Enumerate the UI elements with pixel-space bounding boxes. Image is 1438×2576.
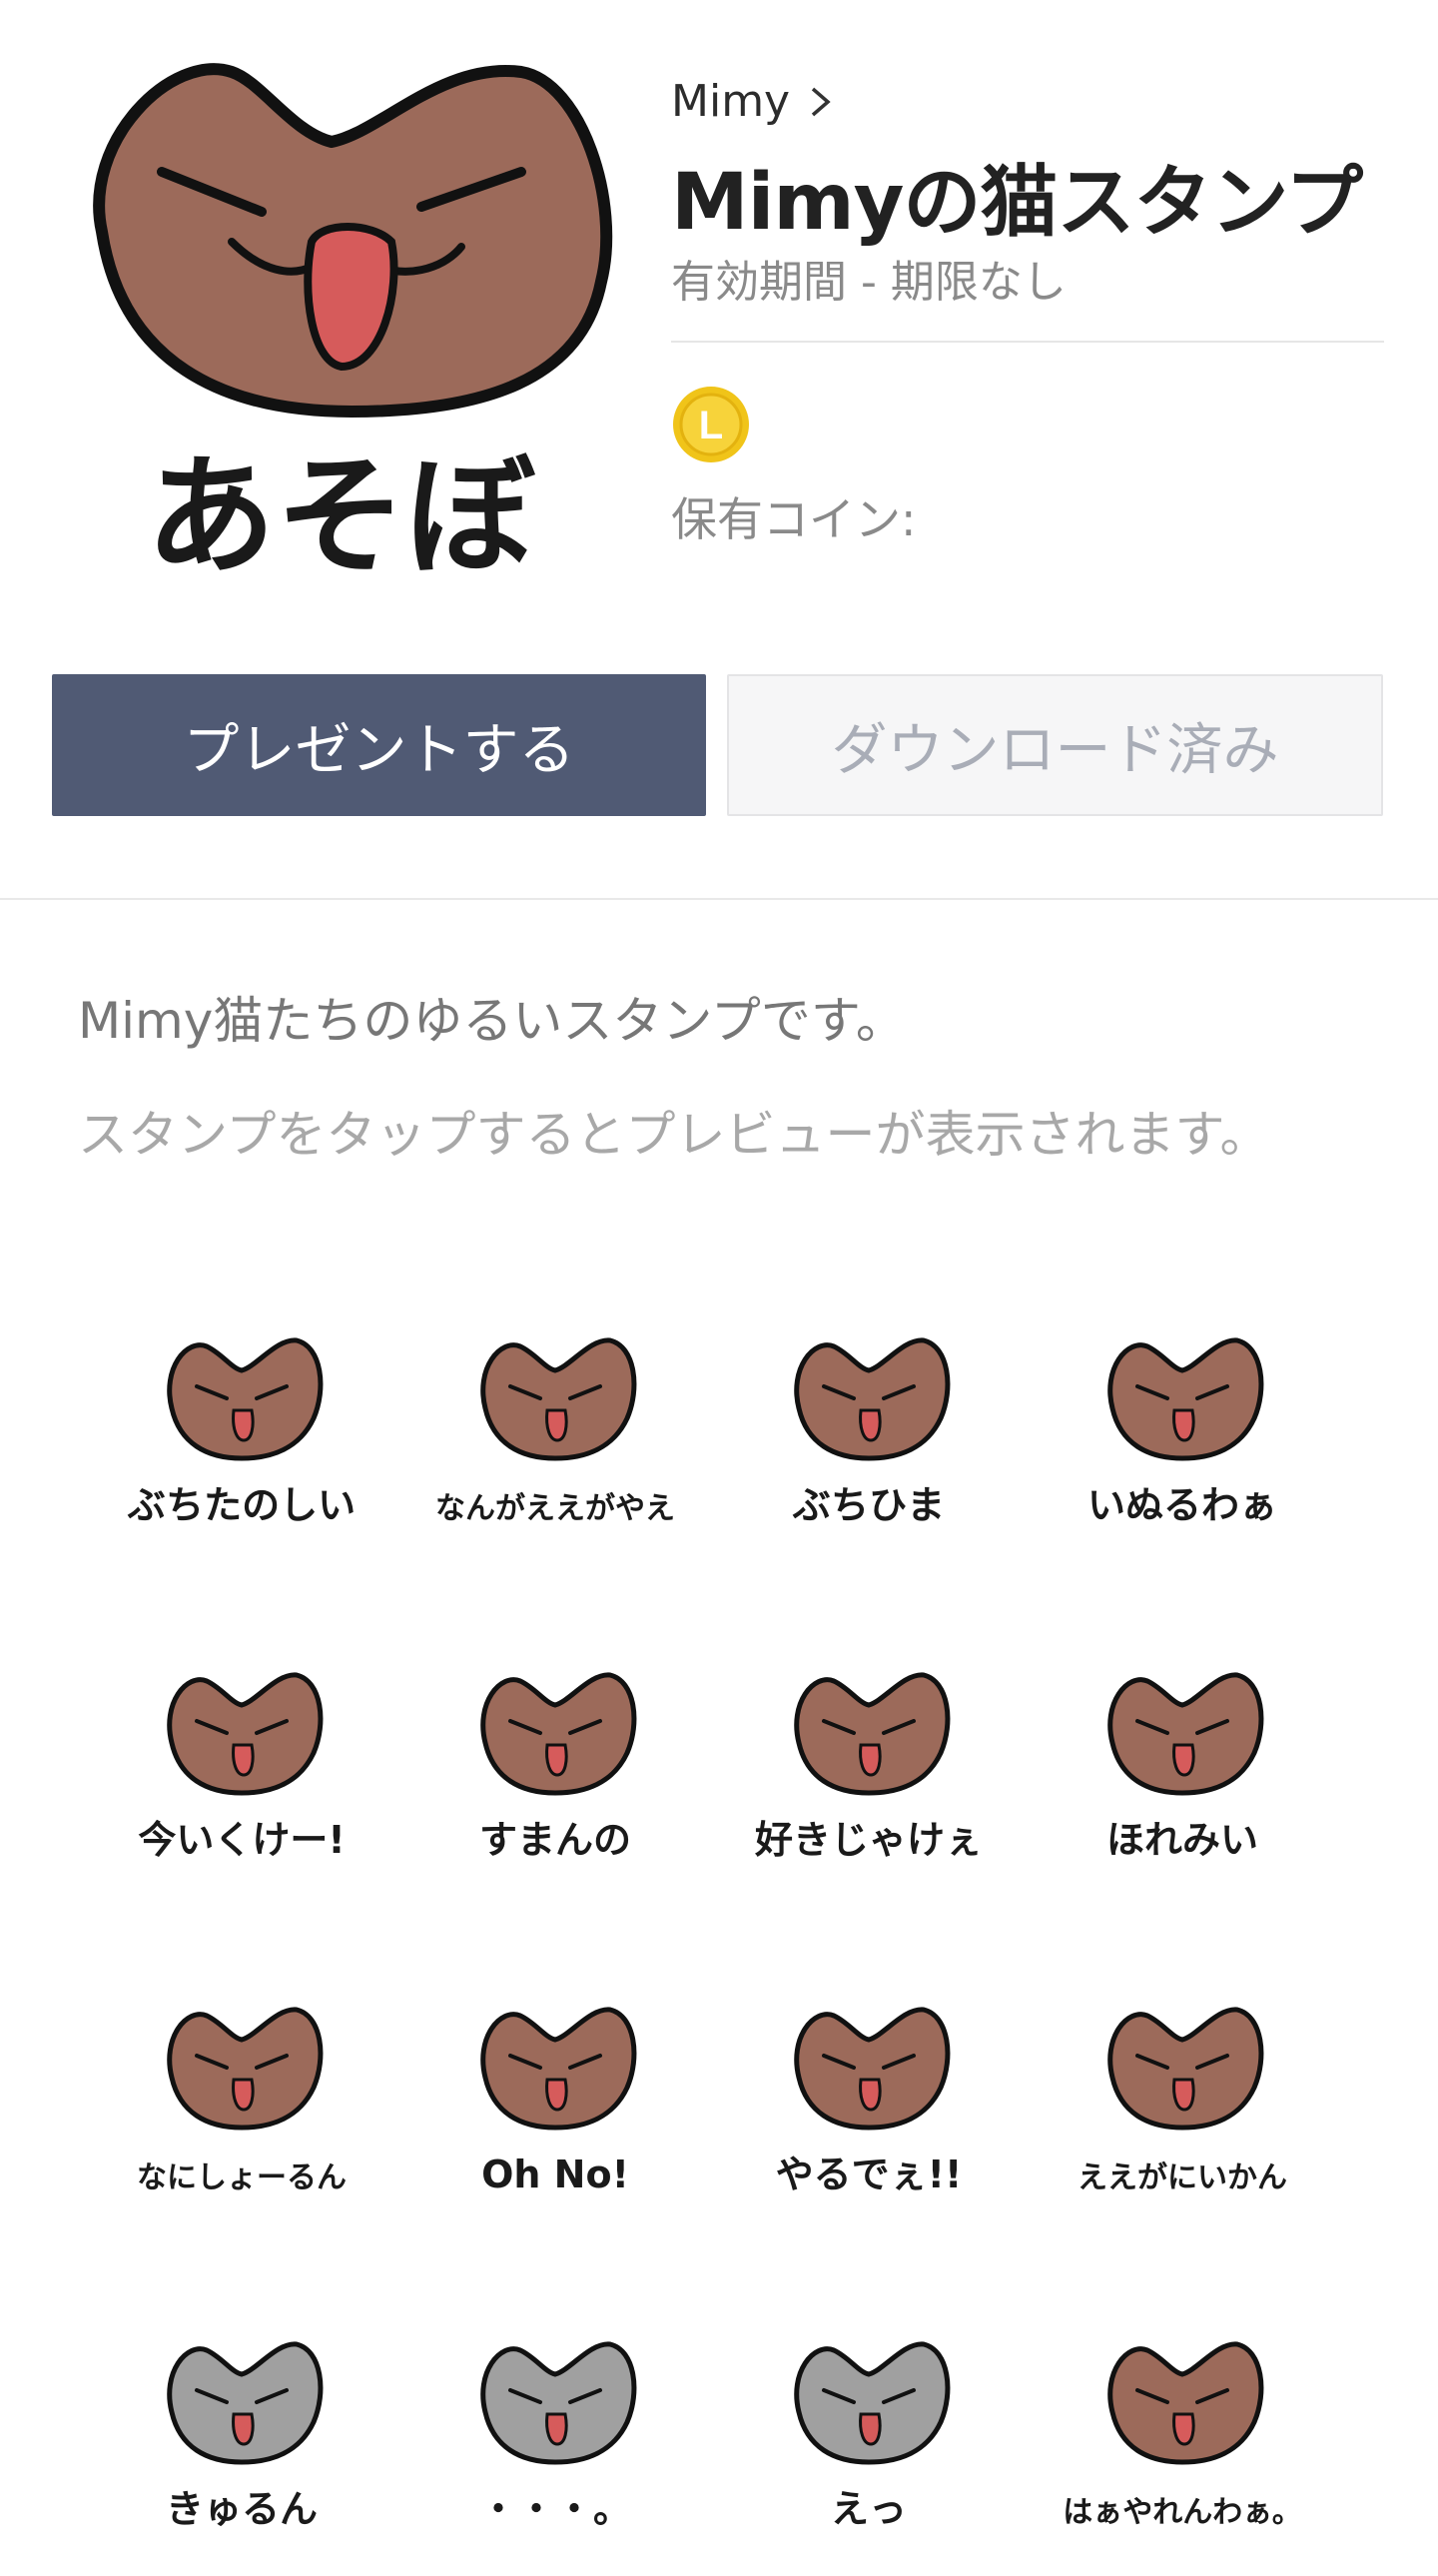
chevron-right-icon [811, 87, 831, 116]
sticker-image: いぬるわぁ [1087, 1337, 1277, 1527]
main-sticker-image: あそぼ [62, 32, 619, 592]
sticker-caption: いぬるわぁ [1087, 1483, 1277, 1527]
sticker-image: すまんの [479, 1672, 637, 1862]
cat-mouth [859, 2078, 882, 2112]
main-sticker-caption: あそぼ [146, 440, 536, 591]
sticker-image: Oh No! [480, 2007, 637, 2196]
cat-mouth [859, 1408, 882, 1442]
sticker-item[interactable]: なんがええがやえ [405, 1269, 705, 1568]
sticker-item[interactable]: 好きじゃけぇ [719, 1603, 1019, 1903]
svg-text:L: L [699, 404, 723, 447]
sticker-caption: ええがにいかん [1078, 2160, 1287, 2195]
cat-mouth [545, 1743, 568, 1777]
line-coin-icon: L [671, 385, 751, 464]
cat-mouth [232, 1408, 255, 1442]
cat-mouth [1172, 2412, 1195, 2446]
sticker-image: 好きじゃけぇ [754, 1672, 983, 1862]
sticker-caption: ほれみい [1106, 1818, 1258, 1862]
cat-mouth [1172, 2078, 1195, 2112]
sticker-caption: すまんの [479, 1818, 631, 1862]
cat-mouth [859, 2412, 882, 2446]
sticker-caption: ぶちたのしい [127, 1483, 356, 1527]
cat-mouth [545, 2078, 568, 2112]
package-description: Mimy猫たちのゆるいスタンプです。 [78, 992, 906, 1050]
sticker-image: やるでぇ!! [776, 2007, 963, 2196]
cat-mouth [545, 2412, 568, 2446]
sticker-item[interactable]: やるでぇ!! [719, 1938, 1019, 2237]
validity-period: 有効期間 - 期限なし [671, 257, 1067, 308]
sticker-caption: きゅるん [166, 2487, 318, 2531]
author-name: Mimy [671, 76, 791, 127]
sticker-image: なにしょーるん [137, 2007, 347, 2195]
downloaded-button[interactable]: ダウンロード済み [727, 674, 1383, 816]
sticker-grid: ぶちたのしい なんがええがやえ ぶちひま いぬるわぁ今いくけー! すまんの 好きじゃけぇ ほ… [92, 1269, 1346, 2531]
sticker-item[interactable]: ほれみい [1033, 1603, 1332, 1903]
sticker-caption: なにしょーるん [137, 2160, 347, 2195]
sticker-image: ・・・。 [479, 2341, 637, 2531]
package-title: Mimyの猫スタンプ [671, 158, 1363, 248]
sticker-item[interactable]: きゅるん [92, 2272, 391, 2572]
sticker-image: 今いくけー! [138, 1672, 346, 1862]
sticker-caption: やるでぇ!! [776, 2152, 963, 2196]
sticker-item[interactable]: なにしょーるん [92, 1938, 391, 2237]
sticker-caption: なんがええがやえ [435, 1491, 675, 1526]
sticker-item[interactable]: ・・・。 [405, 2272, 705, 2572]
cat-mouth [1172, 1408, 1195, 1442]
cat-mouth [1172, 1743, 1195, 1777]
sticker-item[interactable]: えっ [719, 2272, 1019, 2572]
author-link[interactable]: Mimy [671, 76, 834, 127]
sticker-caption: ・・・。 [479, 2487, 631, 2531]
preview-hint: スタンプをタップするとプレビューが表示されます。 [78, 1106, 1270, 1164]
sticker-item[interactable]: いぬるわぁ [1033, 1269, 1332, 1568]
cat-mouth [545, 1408, 568, 1442]
owned-coins-label: 保有コイン: [671, 492, 917, 546]
sticker-item[interactable]: ぶちひま [719, 1269, 1019, 1568]
section-divider [0, 898, 1438, 900]
sticker-item[interactable]: すまんの [405, 1603, 705, 1903]
cat-mouth [232, 1743, 255, 1777]
sticker-image: きゅるん [166, 2341, 324, 2531]
sticker-image: ええがにいかん [1078, 2007, 1287, 2195]
cat-mouth [232, 2078, 255, 2112]
sticker-caption: Oh No! [481, 2152, 629, 2196]
sticker-item[interactable]: はぁやれんわぁ。 [1033, 2272, 1332, 2572]
sticker-item[interactable]: ぶちたのしい [92, 1269, 391, 1568]
sticker-caption: 今いくけー! [138, 1818, 345, 1862]
cat-mouth [232, 2412, 255, 2446]
divider [671, 341, 1384, 343]
sticker-item[interactable]: Oh No! [405, 1938, 705, 2237]
sticker-image: はぁやれんわぁ。 [1063, 2341, 1302, 2530]
sticker-item[interactable]: 今いくけー! [92, 1603, 391, 1903]
sticker-caption: ぶちひま [792, 1483, 945, 1527]
sticker-caption: 好きじゃけぇ [754, 1818, 983, 1862]
sticker-image: ほれみい [1106, 1672, 1264, 1862]
sticker-caption: えっ [831, 2487, 907, 2531]
sticker-image: ぶちたのしい [127, 1337, 356, 1527]
cat-mouth [859, 1743, 882, 1777]
present-button[interactable]: プレゼントする [52, 674, 706, 816]
sticker-image: ぶちひま [792, 1337, 951, 1527]
sticker-image: えっ [794, 2341, 951, 2531]
sticker-item[interactable]: ええがにいかん [1033, 1938, 1332, 2237]
package-header: あそぼ Mimy Mimyの猫スタンプ 有効期間 - 期限なし L 保有コイン: [0, 0, 1438, 619]
sticker-caption: はぁやれんわぁ。 [1063, 2495, 1301, 2530]
sticker-image: なんがええがやえ [435, 1337, 675, 1526]
